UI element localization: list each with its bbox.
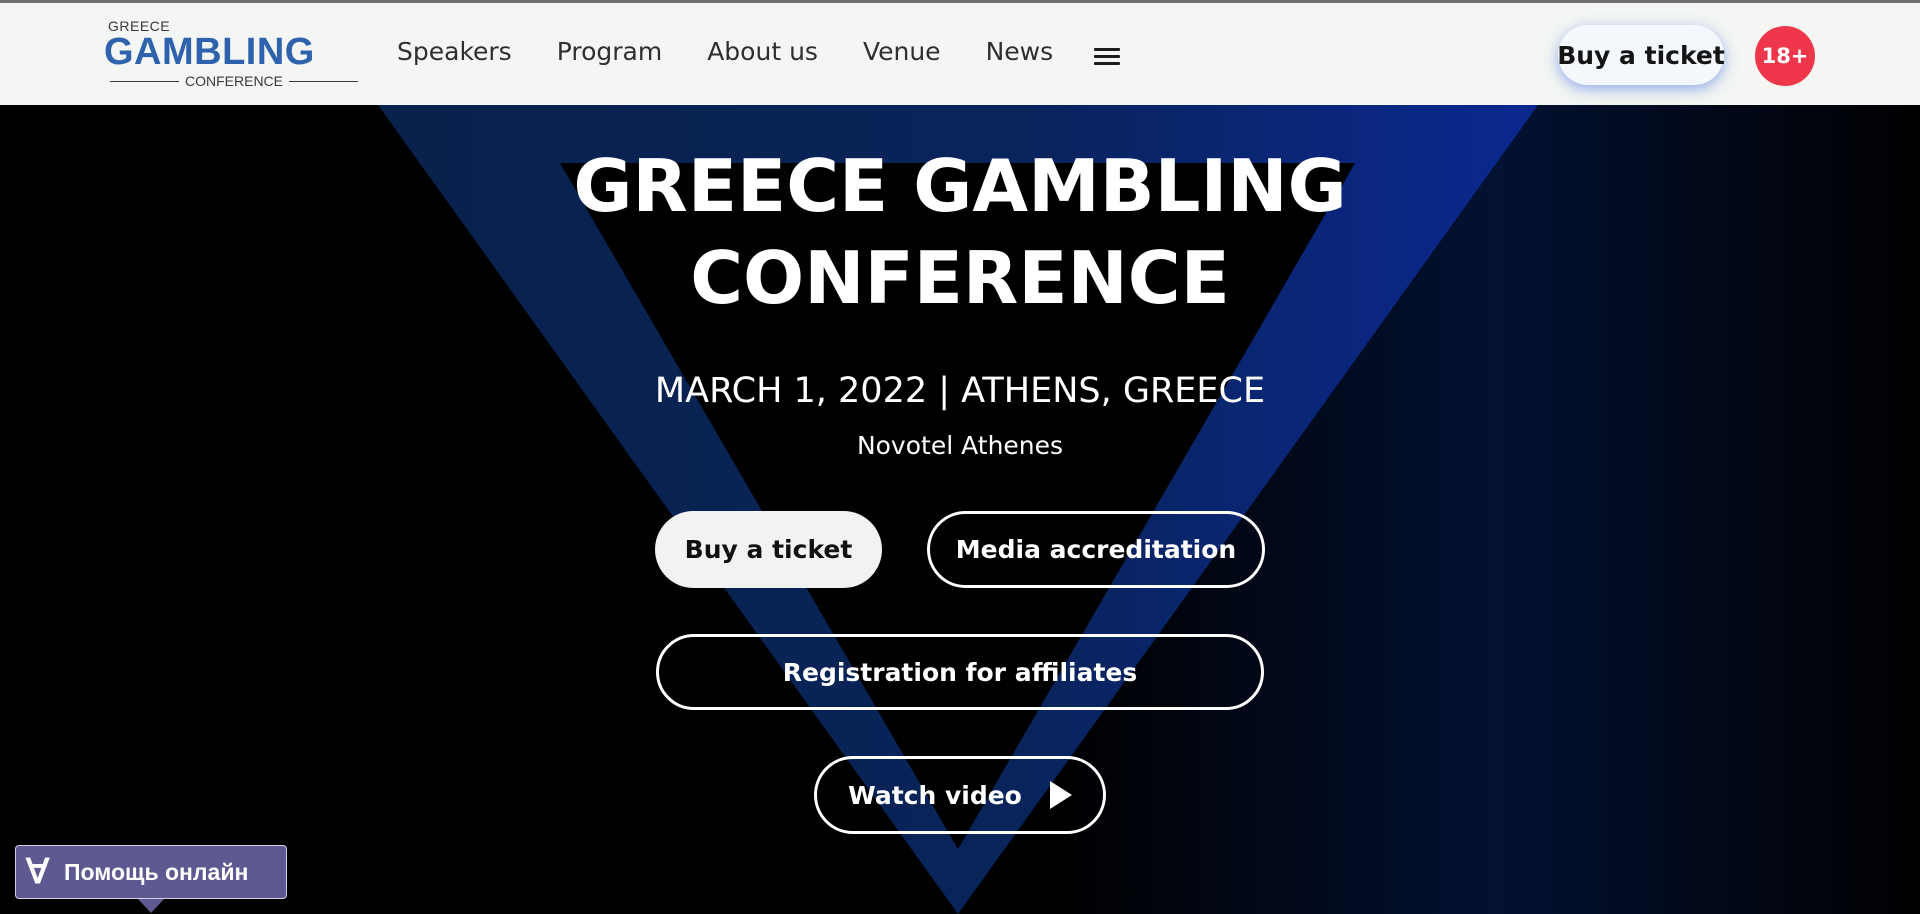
play-icon xyxy=(1049,781,1072,809)
event-venue: Novotel Athenes xyxy=(856,431,1064,460)
logo-sub-text: CONFERENCE xyxy=(185,73,284,89)
help-widget-tail xyxy=(138,899,164,913)
affiliates-registration-button[interactable]: Registration for affiliates xyxy=(656,634,1264,710)
age-restriction-badge: 18+ xyxy=(1755,26,1815,86)
online-help-widget[interactable]: ∀ Помощь онлайн xyxy=(15,845,287,913)
main-nav: Speakers Program About us Venue News xyxy=(397,37,1098,66)
nav-item-venue[interactable]: Venue xyxy=(863,37,941,66)
watch-video-button[interactable]: Watch video xyxy=(814,756,1106,834)
logo-main-text: GAMBLING xyxy=(104,31,315,73)
hero-title-line1: GREECE GAMBLING xyxy=(573,144,1347,228)
nav-item-speakers[interactable]: Speakers xyxy=(397,37,512,66)
hero-title-line2: CONFERENCE xyxy=(690,236,1230,320)
nav-item-program[interactable]: Program xyxy=(557,37,662,66)
buy-ticket-button[interactable]: Buy a ticket xyxy=(655,511,882,588)
hero-section: GREECE GAMBLING CONFERENCE MARCH 1, 2022… xyxy=(0,105,1920,914)
hamburger-icon[interactable] xyxy=(1094,48,1120,66)
logo-sub: CONFERENCE xyxy=(110,73,359,89)
logo-line-left xyxy=(110,80,179,82)
watch-video-label: Watch video xyxy=(848,780,1022,810)
logo-line-right xyxy=(289,80,359,82)
header-buy-ticket-button[interactable]: Buy a ticket xyxy=(1557,25,1725,85)
help-label: Помощь онлайн xyxy=(64,858,249,885)
site-header: GREECE GAMBLING CONFERENCE Speakers Prog… xyxy=(0,0,1920,105)
nav-item-news[interactable]: News xyxy=(986,37,1054,66)
hero-title: GREECE GAMBLING CONFERENCE xyxy=(0,140,1920,324)
event-date-location: MARCH 1, 2022 | ATHENS, GREECE xyxy=(654,371,1266,411)
nav-item-about-us[interactable]: About us xyxy=(707,37,818,66)
help-logo-icon: ∀ xyxy=(26,853,50,891)
logo[interactable]: GREECE GAMBLING CONFERENCE xyxy=(104,17,359,97)
media-accreditation-button[interactable]: Media accreditation xyxy=(927,511,1265,588)
